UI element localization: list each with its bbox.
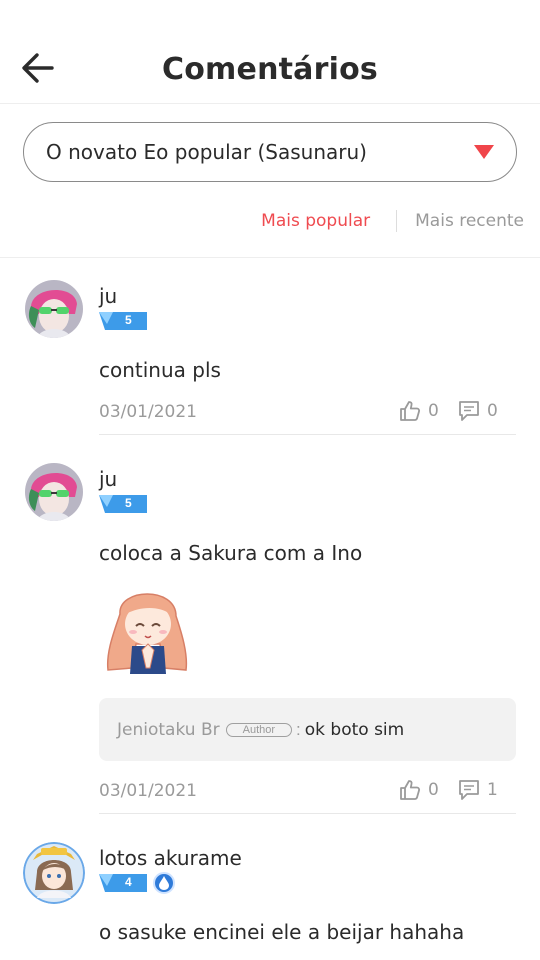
like-button[interactable]: 0 [399, 779, 439, 801]
drop-badge-icon [153, 872, 175, 894]
tab-most-recent[interactable]: Mais recente [415, 211, 524, 231]
tab-most-popular[interactable]: Mais popular [261, 211, 370, 231]
chapter-select-value: O novato Eo popular (Sasunaru) [46, 140, 367, 164]
author-reply[interactable]: Jeniotaku Br Author : ok boto sim [99, 698, 516, 761]
reply-text: ok boto sim [304, 719, 405, 740]
comment-text: continua pls [99, 358, 221, 382]
comment-icon [459, 780, 479, 800]
reply-author-name[interactable]: Jeniotaku Br [117, 720, 220, 740]
row-divider [99, 813, 516, 814]
thumbs-up-icon [400, 401, 421, 421]
like-count: 0 [428, 401, 439, 421]
reply-button[interactable]: 1 [458, 779, 498, 801]
level-number: 4 [125, 875, 132, 889]
row-divider [99, 434, 516, 435]
thumbs-up-icon [400, 780, 421, 800]
level-badge: 5 [99, 495, 147, 513]
level-badge: 4 [99, 874, 147, 892]
page-title: Comentários [162, 52, 378, 87]
reply-count: 0 [487, 401, 498, 421]
avatar[interactable] [25, 280, 83, 338]
sort-tabs: Mais popular Mais recente [261, 208, 524, 234]
like-count: 0 [428, 780, 439, 800]
level-number: 5 [125, 496, 132, 510]
comment-icon [459, 401, 479, 421]
chapter-select[interactable]: O novato Eo popular (Sasunaru) [23, 122, 517, 182]
level-number: 5 [125, 313, 132, 327]
reply-button[interactable]: 0 [458, 400, 498, 422]
sticker-image [100, 584, 196, 676]
list-divider [0, 257, 540, 258]
comment-username[interactable]: lotos akurame [99, 846, 242, 870]
reply-count: 1 [487, 780, 498, 800]
like-button[interactable]: 0 [399, 400, 439, 422]
triangle-down-icon [474, 145, 494, 159]
author-tag: Author [225, 722, 293, 737]
level-badge: 5 [99, 312, 147, 330]
comment-date: 03/01/2021 [99, 781, 197, 801]
comment-username[interactable]: ju [99, 284, 117, 308]
comment-text: coloca a Sakura com a Ino [99, 541, 363, 565]
reply-colon: : [296, 719, 301, 739]
avatar[interactable] [25, 463, 83, 521]
sort-divider [396, 210, 398, 232]
comment-username[interactable]: ju [99, 467, 117, 491]
avatar[interactable] [23, 842, 85, 904]
comment-text: o sasuke encinei ele a beijar hahaha [99, 920, 465, 944]
header-bar: Comentários [0, 0, 540, 104]
comment-date: 03/01/2021 [99, 402, 197, 422]
